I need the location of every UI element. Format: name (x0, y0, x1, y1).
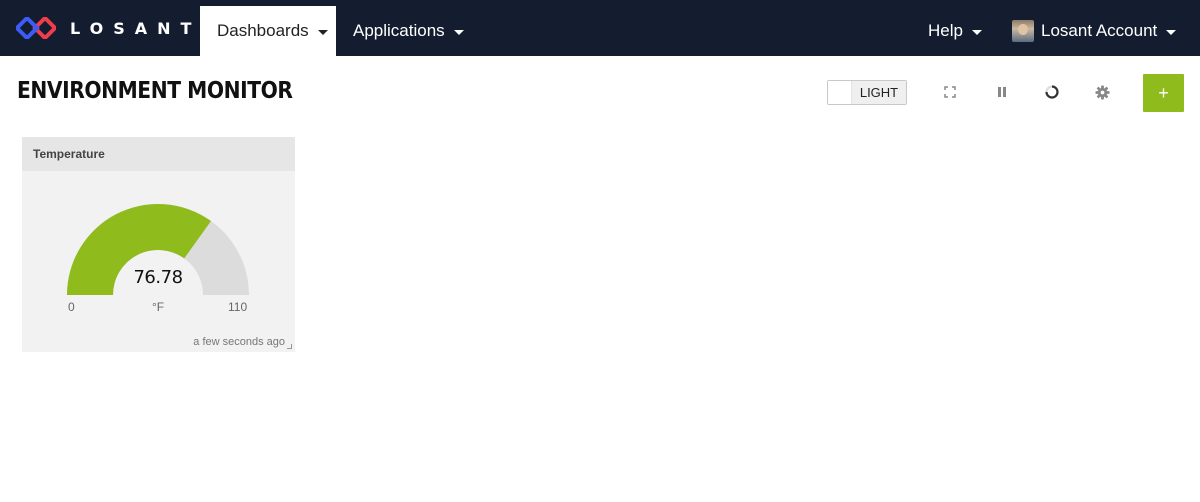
nav-account-menu[interactable]: Losant Account (1002, 6, 1186, 56)
top-navbar: LOSANT Dashboards Applications Help Losa… (0, 0, 1200, 56)
nav-applications-label: Applications (353, 21, 445, 40)
gear-icon (1094, 84, 1110, 100)
pause-button[interactable] (992, 82, 1012, 102)
nav-dashboards-label: Dashboards (217, 21, 309, 40)
pause-icon (998, 87, 1006, 97)
brand-name: LOSANT (70, 18, 202, 38)
nav-help-label: Help (928, 21, 963, 40)
gauge-chart (67, 204, 249, 295)
nav-account-label: Losant Account (1041, 21, 1158, 40)
refresh-button[interactable] (1042, 82, 1062, 102)
nav-help-menu[interactable]: Help (914, 6, 996, 56)
caret-down-icon (1166, 29, 1177, 35)
block-header[interactable]: Temperature (22, 137, 295, 171)
avatar (1012, 20, 1034, 42)
caret-down-icon (453, 29, 464, 35)
nav-applications-menu[interactable]: Applications (336, 6, 481, 56)
theme-toggle[interactable]: LIGHT (827, 80, 907, 105)
losant-logo-icon (16, 17, 56, 39)
refresh-icon (1045, 85, 1059, 99)
gauge-max-label: 110 (228, 300, 248, 314)
resize-icon[interactable] (287, 344, 292, 349)
caret-down-icon (317, 29, 328, 35)
fullscreen-button[interactable] (940, 82, 960, 102)
theme-label: LIGHT (852, 81, 906, 104)
settings-button[interactable] (1092, 82, 1112, 102)
add-block-button[interactable]: + (1143, 74, 1184, 112)
nav-dashboards-menu[interactable]: Dashboards (200, 6, 336, 56)
plus-icon: + (1158, 82, 1169, 103)
page-title: ENVIRONMENT MONITOR (17, 78, 293, 104)
block-title: Temperature (33, 147, 105, 161)
caret-down-icon (971, 29, 982, 35)
gauge-block[interactable]: Temperature 76.78 0 °F 110 a few seconds… (22, 137, 295, 352)
last-updated-text: a few seconds ago (193, 336, 285, 348)
brand-logo[interactable]: LOSANT (16, 14, 201, 42)
gauge-min-label: 0 (68, 300, 75, 314)
toggle-knob (828, 81, 852, 104)
fullscreen-icon (944, 86, 956, 98)
gauge-value: 76.78 (133, 267, 183, 288)
gauge-unit-label: °F (152, 300, 165, 314)
